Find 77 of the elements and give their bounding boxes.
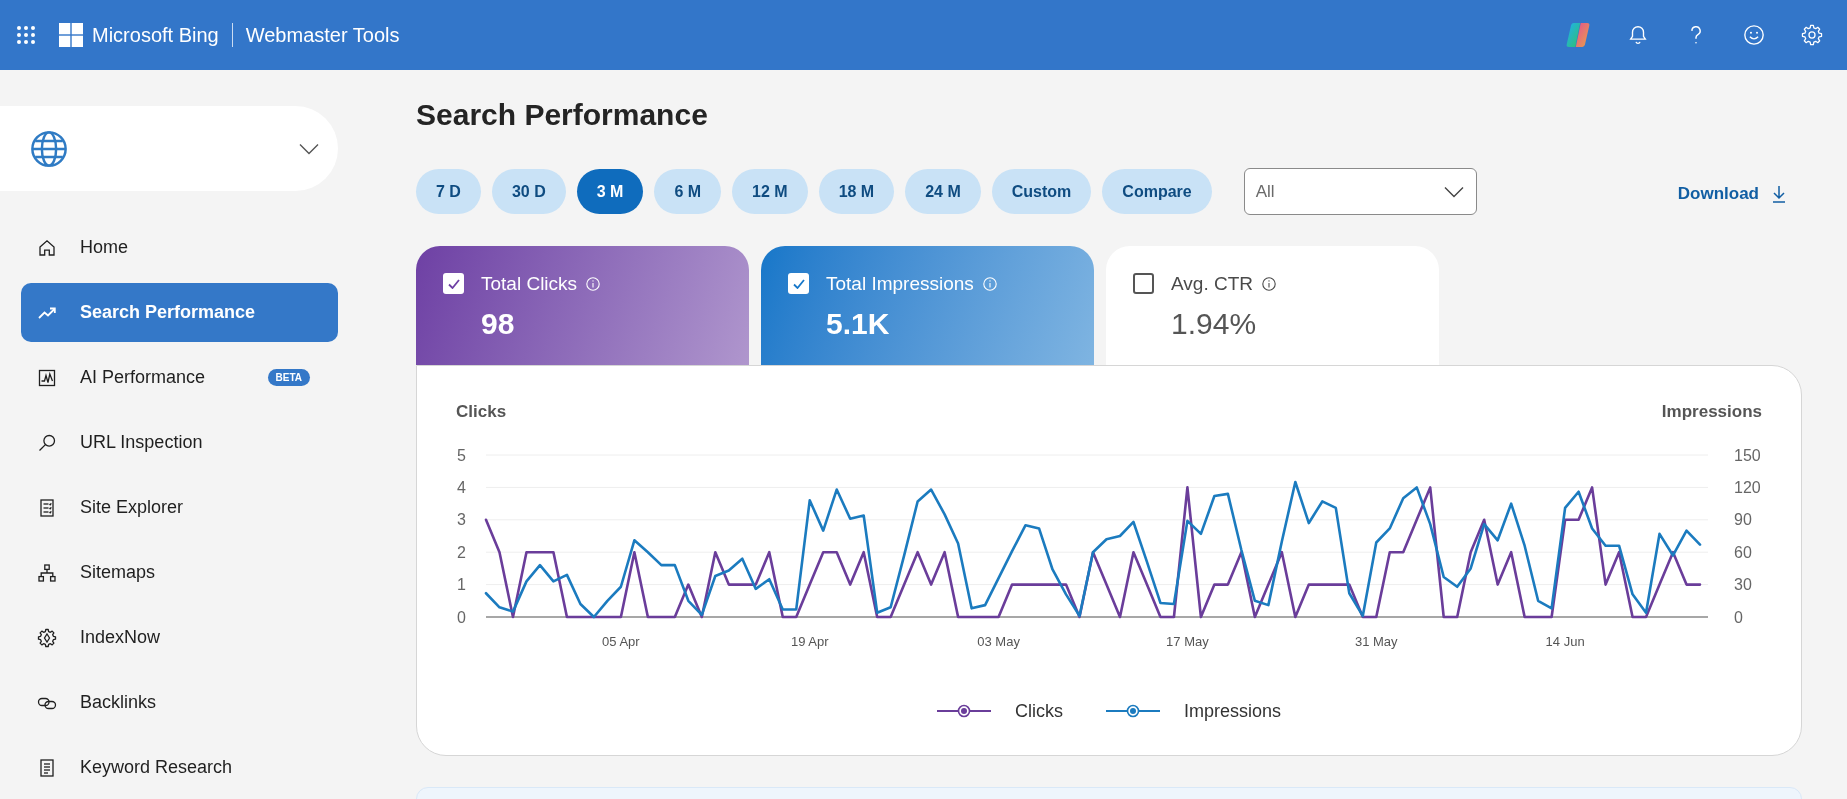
y-axis-tick-label: 0 — [457, 608, 466, 626]
period-button[interactable]: 7 D — [416, 169, 481, 214]
axis-title: Clicks — [456, 401, 507, 423]
checkbox[interactable] — [1133, 273, 1154, 294]
checkmark-icon — [447, 278, 460, 289]
search-icon — [37, 432, 57, 453]
multicolor-logo-icon[interactable] — [1565, 22, 1591, 48]
legend-label: Clicks — [1015, 700, 1063, 722]
y-axis-tick-label: 2 — [457, 543, 466, 561]
chevron-down-icon — [1443, 185, 1464, 198]
period-button[interactable]: 3 M — [576, 169, 644, 214]
y-axis-tick-label: 120 — [1734, 478, 1761, 496]
nav-item[interactable]: Sitemaps — [21, 543, 338, 602]
y-axis-tick-label: 90 — [1734, 511, 1752, 529]
product-name: Webmaster Tools — [245, 23, 400, 47]
checkmark-icon — [792, 278, 805, 289]
x-axis-tick-label: 03 May — [977, 634, 1020, 649]
download-icon — [1772, 184, 1786, 203]
smiley-icon[interactable] — [1743, 24, 1765, 46]
globe-icon — [30, 129, 68, 168]
y-axis-tick-label: 4 — [457, 478, 466, 496]
axis-title: Impressions — [1661, 401, 1762, 423]
brand-name: Microsoft Bing — [92, 23, 219, 47]
info-icon — [1262, 276, 1276, 291]
nav-item[interactable]: Search Performance — [21, 283, 338, 342]
nav-item[interactable]: URL Inspection — [21, 413, 338, 472]
beta-badge: BETA — [267, 369, 310, 386]
metric-value: 98 — [481, 306, 515, 342]
info-icon — [586, 276, 601, 291]
y-axis-tick-label: 0 — [1734, 608, 1743, 626]
checkbox[interactable] — [788, 273, 809, 294]
x-axis-tick-label: 31 May — [1354, 634, 1398, 649]
filter-dropdown[interactable]: All — [1243, 168, 1477, 215]
bell-icon[interactable] — [1627, 24, 1649, 46]
checkbox[interactable] — [443, 273, 464, 294]
metric-value: 1.94% — [1171, 306, 1257, 342]
period-button[interactable]: 18 M — [818, 169, 895, 214]
period-button[interactable]: Custom — [991, 169, 1092, 214]
x-axis-tick-label: 19 Apr — [790, 634, 829, 649]
logo-icon — [59, 23, 83, 47]
metric-label: Avg. CTR — [1171, 272, 1253, 295]
period-button[interactable]: 6 M — [654, 169, 722, 214]
y-axis-tick-label: 3 — [457, 511, 466, 529]
document-list-icon — [37, 757, 57, 778]
metric-value: 5.1K — [826, 306, 890, 342]
line-chart-icon — [37, 367, 57, 388]
nav-item[interactable]: Home — [21, 218, 338, 277]
download-link[interactable]: Download — [1677, 179, 1786, 204]
y-axis-tick-label: 5 — [457, 446, 466, 464]
period-button[interactable]: 30 D — [491, 169, 566, 214]
y-axis-tick-label: 1 — [457, 576, 466, 594]
nav-item[interactable]: IndexNow — [21, 608, 338, 667]
y-axis-tick-label: 30 — [1734, 576, 1752, 594]
metric-label: Total Clicks — [481, 272, 578, 295]
nav-item[interactable]: AI Performance BETA — [21, 348, 338, 407]
nav-item[interactable]: Site Explorer — [21, 478, 338, 537]
gear-icon — [37, 627, 57, 648]
nav-item[interactable]: Keyword Research — [21, 738, 338, 797]
info-icon — [982, 276, 997, 291]
settings-icon[interactable] — [1801, 24, 1823, 46]
legend-label: Impressions — [1184, 700, 1281, 722]
y-axis-tick-label: 60 — [1734, 543, 1752, 561]
x-axis-tick-label: 05 Apr — [602, 634, 640, 649]
y-axis-tick-label: 150 — [1734, 446, 1761, 464]
app-grid-icon[interactable] — [16, 25, 36, 45]
nav-item[interactable]: Backlinks — [21, 673, 338, 732]
period-button[interactable]: 24 M — [905, 169, 981, 214]
x-axis-tick-label: 14 Jun — [1545, 634, 1585, 649]
checklist-icon — [37, 497, 57, 518]
page-title: Search Performance — [416, 97, 708, 133]
sitemap-icon — [37, 562, 57, 583]
x-axis-tick-label: 17 May — [1166, 634, 1209, 649]
chevron-down-icon — [299, 142, 319, 155]
period-button[interactable]: Compare — [1102, 169, 1212, 214]
home-icon — [37, 237, 57, 258]
period-button[interactable]: 12 M — [732, 169, 808, 214]
metric-label: Total Impressions — [826, 272, 974, 295]
